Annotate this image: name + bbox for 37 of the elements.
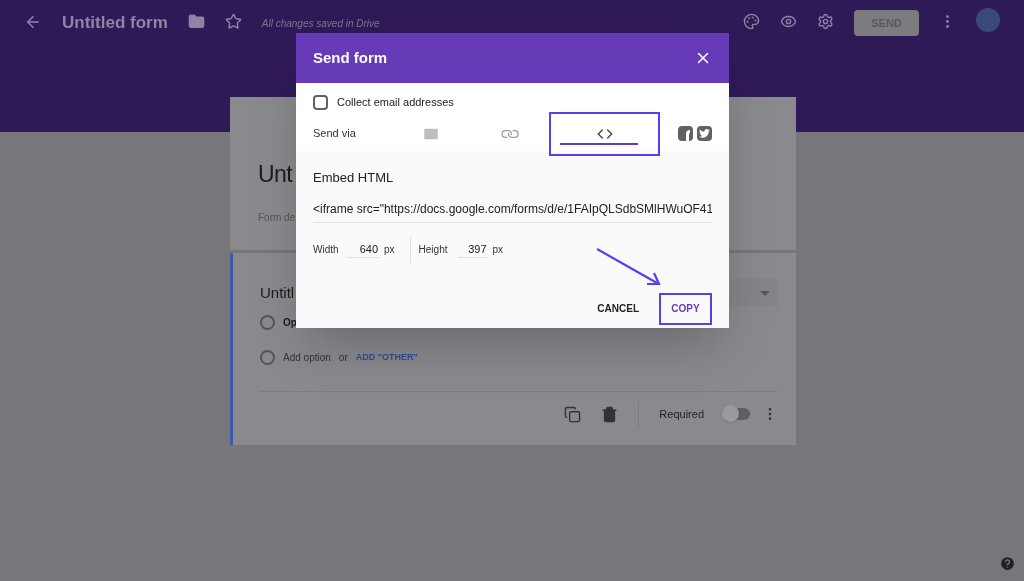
caret-icon xyxy=(760,290,770,296)
embed-code-field[interactable]: <iframe src="https://docs.google.com/forms/d/e/1FAIpQLSdbSMlHWuOF41 xyxy=(313,199,712,223)
width-label: Width xyxy=(313,243,340,257)
width-field[interactable]: 640 xyxy=(347,240,379,259)
duplicate-icon[interactable] xyxy=(564,405,582,423)
form-title[interactable]: Untitled form xyxy=(62,10,168,36)
embed-heading: Embed HTML xyxy=(313,169,395,187)
add-option-link[interactable]: Add option xyxy=(283,350,331,365)
height-label: Height xyxy=(418,243,449,257)
dialog-title: Send form xyxy=(313,47,388,68)
or-text: or xyxy=(338,351,348,365)
question-title[interactable]: Untitl xyxy=(260,281,295,305)
save-status: All changes saved in Drive xyxy=(261,17,380,31)
required-toggle[interactable] xyxy=(724,408,750,420)
send-via-label: Send via xyxy=(313,126,357,142)
help-icon[interactable] xyxy=(999,555,1016,572)
height-unit: px xyxy=(492,243,504,257)
embed-tab[interactable] xyxy=(549,111,660,156)
back-icon[interactable] xyxy=(24,13,42,31)
twitter-icon[interactable] xyxy=(697,126,712,141)
delete-icon[interactable] xyxy=(601,405,619,423)
collect-emails-checkbox[interactable] xyxy=(313,94,328,110)
required-label: Required xyxy=(659,406,704,422)
preview-icon[interactable] xyxy=(780,13,797,30)
settings-icon[interactable] xyxy=(817,13,834,30)
folder-icon[interactable] xyxy=(187,13,205,30)
collect-emails-label[interactable]: Collect email addresses xyxy=(337,94,454,111)
copy-button[interactable]: COPY xyxy=(659,292,712,325)
cancel-button[interactable]: CANCEL xyxy=(587,292,649,325)
palette-icon[interactable] xyxy=(743,13,760,30)
facebook-icon[interactable] xyxy=(678,126,693,141)
option-label[interactable]: Op xyxy=(283,315,297,330)
star-icon[interactable] xyxy=(224,13,242,30)
width-unit: px xyxy=(384,243,395,257)
height-field[interactable]: 397 xyxy=(457,240,488,259)
annotation-arrow xyxy=(595,246,663,288)
radio-button[interactable] xyxy=(260,315,275,330)
